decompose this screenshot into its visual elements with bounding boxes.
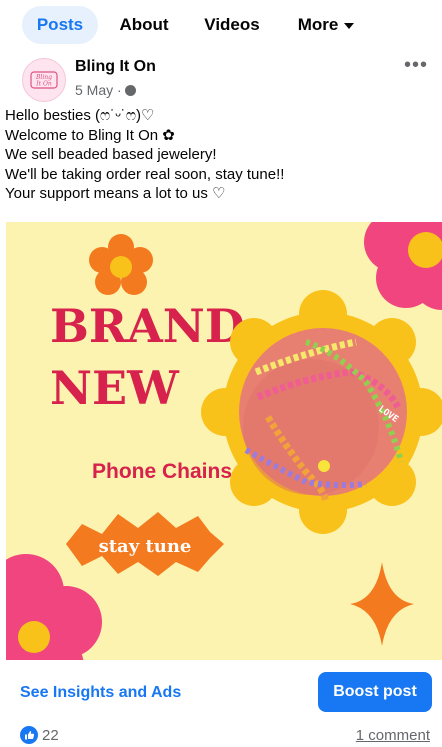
tab-more[interactable]: More [290,6,362,44]
globe-icon [124,85,136,96]
post-text-line: Welcome to Bling It On ✿ [5,126,175,144]
tab-about[interactable]: About [112,6,176,44]
headline-line-2: NEW [50,361,180,415]
bling-logo: Bling It On [30,71,58,89]
post-image[interactable]: BRAND NEW Phone Chains stay tune LOVE [6,222,442,660]
comments-link[interactable]: 1 comment [356,727,430,744]
post-date[interactable]: 5 May [75,82,113,98]
see-insights-link[interactable]: See Insights and Ads [20,684,181,702]
stay-tune-text: stay tune [99,536,192,557]
caret-down-icon [344,22,355,29]
page-name[interactable]: Bling It On [75,58,156,76]
boost-post-button[interactable]: Boost post [318,672,432,712]
tab-posts[interactable]: Posts [22,6,98,44]
avatar[interactable]: Bling It On [22,58,66,102]
post-text-line: We'll be taking order real soon, stay tu… [5,165,285,183]
tab-more-label: More [297,15,339,34]
subheadline: Phone Chains [92,460,232,483]
post-header: Bling It On Bling It On 5 May · ••• [0,52,442,102]
post-text: Hello besties (ෆ˙ᵕ˙ෆ)♡ Welcome to Bling … [5,106,435,204]
post-meta: 5 May · [75,82,136,98]
more-options-icon[interactable]: ••• [404,54,428,77]
post-text-line: Hello besties (ෆ˙ᵕ˙ෆ)♡ [5,107,155,124]
svg-text:It On: It On [35,81,52,88]
page-tabs: Posts About Videos More [0,0,442,50]
post-text-line: We sell beaded based jewelery! [5,146,217,164]
like-count: 22 [42,727,59,744]
jewelry-photo: LOVE [201,290,442,534]
post-text-line: Your support means a lot to us ♡ [5,185,226,203]
like-icon [20,726,38,744]
tab-videos[interactable]: Videos [196,6,268,44]
headline-line-1: BRAND [50,299,245,353]
